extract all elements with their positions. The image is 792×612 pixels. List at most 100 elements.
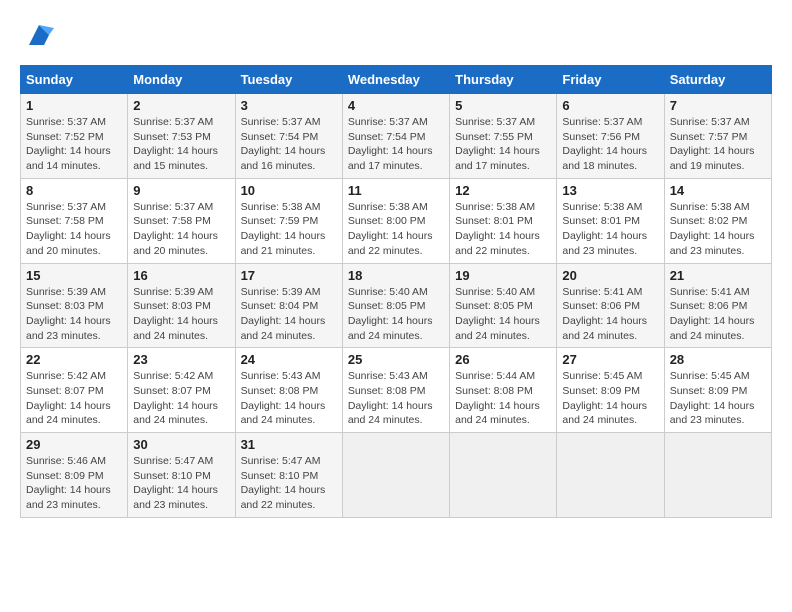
day-detail: Sunrise: 5:38 AMSunset: 8:01 PMDaylight:… xyxy=(455,200,551,259)
day-detail: Sunrise: 5:37 AMSunset: 7:55 PMDaylight:… xyxy=(455,115,551,174)
calendar-week-row: 22 Sunrise: 5:42 AMSunset: 8:07 PMDayligh… xyxy=(21,348,772,433)
page-header xyxy=(20,20,772,55)
day-detail: Sunrise: 5:40 AMSunset: 8:05 PMDaylight:… xyxy=(348,285,444,344)
day-detail: Sunrise: 5:44 AMSunset: 8:08 PMDaylight:… xyxy=(455,369,551,428)
day-number: 17 xyxy=(241,268,337,283)
calendar-cell: 7 Sunrise: 5:37 AMSunset: 7:57 PMDaylight… xyxy=(664,94,771,179)
calendar-cell: 9 Sunrise: 5:37 AMSunset: 7:58 PMDaylight… xyxy=(128,178,235,263)
day-detail: Sunrise: 5:43 AMSunset: 8:08 PMDaylight:… xyxy=(348,369,444,428)
calendar-cell: 13 Sunrise: 5:38 AMSunset: 8:01 PMDayligh… xyxy=(557,178,664,263)
calendar-cell: 24Sunrise: 5:43 AMSunset: 8:08 PMDayligh… xyxy=(235,348,342,433)
calendar-cell: 12 Sunrise: 5:38 AMSunset: 8:01 PMDayligh… xyxy=(450,178,557,263)
calendar-cell: 26 Sunrise: 5:44 AMSunset: 8:08 PMDayligh… xyxy=(450,348,557,433)
day-detail: Sunrise: 5:37 AMSunset: 7:53 PMDaylight:… xyxy=(133,115,229,174)
day-number: 27 xyxy=(562,352,658,367)
day-number: 10 xyxy=(241,183,337,198)
weekday-header: Monday xyxy=(128,66,235,94)
weekday-header: Friday xyxy=(557,66,664,94)
day-detail: Sunrise: 5:37 AMSunset: 7:54 PMDaylight:… xyxy=(241,115,337,174)
day-detail: Sunrise: 5:37 AMSunset: 7:52 PMDaylight:… xyxy=(26,115,122,174)
day-number: 16 xyxy=(133,268,229,283)
calendar-cell: 15 Sunrise: 5:39 AMSunset: 8:03 PMDayligh… xyxy=(21,263,128,348)
day-detail: Sunrise: 5:39 AMSunset: 8:03 PMDaylight:… xyxy=(133,285,229,344)
day-detail: Sunrise: 5:37 AMSunset: 7:58 PMDaylight:… xyxy=(26,200,122,259)
day-number: 8 xyxy=(26,183,122,198)
day-detail: Sunrise: 5:45 AMSunset: 8:09 PMDaylight:… xyxy=(562,369,658,428)
calendar-cell: 28Sunrise: 5:45 AMSunset: 8:09 PMDayligh… xyxy=(664,348,771,433)
day-detail: Sunrise: 5:38 AMSunset: 7:59 PMDaylight:… xyxy=(241,200,337,259)
day-detail: Sunrise: 5:38 AMSunset: 8:01 PMDaylight:… xyxy=(562,200,658,259)
day-detail: Sunrise: 5:37 AMSunset: 7:56 PMDaylight:… xyxy=(562,115,658,174)
calendar-cell: 21Sunrise: 5:41 AMSunset: 8:06 PMDayligh… xyxy=(664,263,771,348)
calendar-table: SundayMondayTuesdayWednesdayThursdayFrid… xyxy=(20,65,772,518)
day-detail: Sunrise: 5:42 AMSunset: 8:07 PMDaylight:… xyxy=(133,369,229,428)
day-number: 25 xyxy=(348,352,444,367)
day-number: 22 xyxy=(26,352,122,367)
day-number: 9 xyxy=(133,183,229,198)
calendar-cell: 8 Sunrise: 5:37 AMSunset: 7:58 PMDaylight… xyxy=(21,178,128,263)
calendar-week-row: 1 Sunrise: 5:37 AMSunset: 7:52 PMDaylight… xyxy=(21,94,772,179)
day-number: 26 xyxy=(455,352,551,367)
weekday-header-row: SundayMondayTuesdayWednesdayThursdayFrid… xyxy=(21,66,772,94)
logo xyxy=(20,20,54,55)
calendar-cell: 27 Sunrise: 5:45 AMSunset: 8:09 PMDayligh… xyxy=(557,348,664,433)
day-detail: Sunrise: 5:43 AMSunset: 8:08 PMDaylight:… xyxy=(241,369,337,428)
calendar-cell xyxy=(557,433,664,518)
calendar-cell: 29 Sunrise: 5:46 AMSunset: 8:09 PMDayligh… xyxy=(21,433,128,518)
calendar-cell xyxy=(342,433,449,518)
calendar-cell: 11 Sunrise: 5:38 AMSunset: 8:00 PMDayligh… xyxy=(342,178,449,263)
calendar-cell: 31 Sunrise: 5:47 AMSunset: 8:10 PMDayligh… xyxy=(235,433,342,518)
day-number: 3 xyxy=(241,98,337,113)
day-number: 13 xyxy=(562,183,658,198)
day-number: 18 xyxy=(348,268,444,283)
day-detail: Sunrise: 5:40 AMSunset: 8:05 PMDaylight:… xyxy=(455,285,551,344)
day-number: 20 xyxy=(562,268,658,283)
weekday-header: Tuesday xyxy=(235,66,342,94)
day-detail: Sunrise: 5:37 AMSunset: 7:57 PMDaylight:… xyxy=(670,115,766,174)
calendar-cell: 3 Sunrise: 5:37 AMSunset: 7:54 PMDaylight… xyxy=(235,94,342,179)
day-detail: Sunrise: 5:41 AMSunset: 8:06 PMDaylight:… xyxy=(670,285,766,344)
day-detail: Sunrise: 5:37 AMSunset: 7:58 PMDaylight:… xyxy=(133,200,229,259)
weekday-header: Saturday xyxy=(664,66,771,94)
calendar-cell: 6Sunrise: 5:37 AMSunset: 7:56 PMDaylight… xyxy=(557,94,664,179)
calendar-cell xyxy=(664,433,771,518)
day-number: 15 xyxy=(26,268,122,283)
calendar-cell xyxy=(450,433,557,518)
day-number: 7 xyxy=(670,98,766,113)
calendar-week-row: 8 Sunrise: 5:37 AMSunset: 7:58 PMDaylight… xyxy=(21,178,772,263)
day-number: 19 xyxy=(455,268,551,283)
weekday-header: Sunday xyxy=(21,66,128,94)
day-number: 5 xyxy=(455,98,551,113)
day-detail: Sunrise: 5:47 AMSunset: 8:10 PMDaylight:… xyxy=(241,454,337,513)
day-number: 29 xyxy=(26,437,122,452)
day-number: 12 xyxy=(455,183,551,198)
weekday-header: Thursday xyxy=(450,66,557,94)
calendar-cell: 5 Sunrise: 5:37 AMSunset: 7:55 PMDaylight… xyxy=(450,94,557,179)
day-number: 2 xyxy=(133,98,229,113)
calendar-cell: 10 Sunrise: 5:38 AMSunset: 7:59 PMDayligh… xyxy=(235,178,342,263)
calendar-cell: 1 Sunrise: 5:37 AMSunset: 7:52 PMDaylight… xyxy=(21,94,128,179)
day-number: 31 xyxy=(241,437,337,452)
day-detail: Sunrise: 5:39 AMSunset: 8:03 PMDaylight:… xyxy=(26,285,122,344)
calendar-cell: 14 Sunrise: 5:38 AMSunset: 8:02 PMDayligh… xyxy=(664,178,771,263)
day-detail: Sunrise: 5:39 AMSunset: 8:04 PMDaylight:… xyxy=(241,285,337,344)
day-detail: Sunrise: 5:46 AMSunset: 8:09 PMDaylight:… xyxy=(26,454,122,513)
day-detail: Sunrise: 5:42 AMSunset: 8:07 PMDaylight:… xyxy=(26,369,122,428)
logo-icon xyxy=(24,20,54,55)
calendar-cell: 18 Sunrise: 5:40 AMSunset: 8:05 PMDayligh… xyxy=(342,263,449,348)
day-detail: Sunrise: 5:38 AMSunset: 8:00 PMDaylight:… xyxy=(348,200,444,259)
day-detail: Sunrise: 5:41 AMSunset: 8:06 PMDaylight:… xyxy=(562,285,658,344)
day-number: 30 xyxy=(133,437,229,452)
calendar-cell: 22 Sunrise: 5:42 AMSunset: 8:07 PMDayligh… xyxy=(21,348,128,433)
day-number: 11 xyxy=(348,183,444,198)
calendar-cell: 4Sunrise: 5:37 AMSunset: 7:54 PMDaylight… xyxy=(342,94,449,179)
calendar-cell: 23 Sunrise: 5:42 AMSunset: 8:07 PMDayligh… xyxy=(128,348,235,433)
day-detail: Sunrise: 5:38 AMSunset: 8:02 PMDaylight:… xyxy=(670,200,766,259)
day-number: 23 xyxy=(133,352,229,367)
calendar-cell: 16 Sunrise: 5:39 AMSunset: 8:03 PMDayligh… xyxy=(128,263,235,348)
day-detail: Sunrise: 5:37 AMSunset: 7:54 PMDaylight:… xyxy=(348,115,444,174)
day-number: 1 xyxy=(26,98,122,113)
day-number: 14 xyxy=(670,183,766,198)
calendar-cell: 17 Sunrise: 5:39 AMSunset: 8:04 PMDayligh… xyxy=(235,263,342,348)
calendar-cell: 19 Sunrise: 5:40 AMSunset: 8:05 PMDayligh… xyxy=(450,263,557,348)
